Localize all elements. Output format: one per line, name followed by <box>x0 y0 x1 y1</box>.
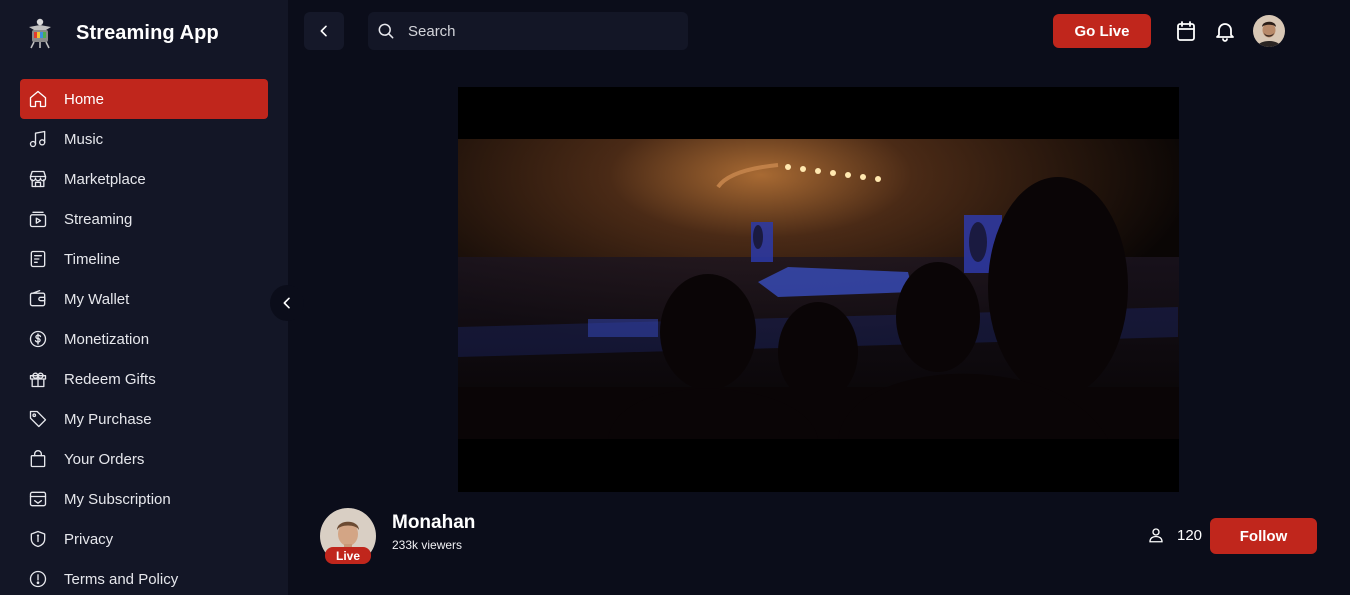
user-avatar[interactable] <box>1253 15 1285 47</box>
chevron-left-icon <box>283 297 290 309</box>
tag-icon <box>28 409 48 429</box>
sidebar-item-label: Timeline <box>64 250 121 268</box>
sidebar-item-label: Music <box>64 130 104 148</box>
streamer-avatar-wrap[interactable]: Live <box>320 508 376 566</box>
concert-video-frame <box>458 87 1179 492</box>
subscription-icon <box>28 489 48 509</box>
sidebar-item-my-purchase[interactable]: My Purchase <box>20 399 268 439</box>
streaming-icon <box>28 209 48 229</box>
streamer-name[interactable]: Monahan <box>392 512 475 534</box>
brand[interactable]: Streaming App <box>24 16 219 50</box>
sidebar-item-label: My Subscription <box>64 490 171 508</box>
sidebar-item-my-subscription[interactable]: My Subscription <box>20 479 268 519</box>
sidebar-nav: Home Music Marketplace Streaming Timelin… <box>20 79 268 595</box>
shield-icon <box>28 529 48 549</box>
video-player[interactable] <box>458 87 1179 492</box>
sidebar-item-label: My Wallet <box>64 290 130 308</box>
follow-button[interactable]: Follow <box>1210 518 1317 554</box>
store-icon <box>28 169 48 189</box>
sidebar-item-monetization[interactable]: Monetization <box>20 319 268 359</box>
viewer-count: 233k viewers <box>392 538 463 552</box>
sidebar-collapse-button[interactable] <box>270 285 304 321</box>
follower-count-value: 120 <box>1177 526 1203 544</box>
search-icon <box>378 23 394 39</box>
sidebar-item-label: Marketplace <box>64 170 146 188</box>
search-input[interactable] <box>408 22 668 40</box>
music-icon <box>28 129 48 149</box>
sidebar-item-label: Terms and Policy <box>64 570 179 588</box>
sidebar-item-label: Streaming <box>64 210 133 228</box>
sidebar-item-label: Redeem Gifts <box>64 370 156 388</box>
live-badge: Live <box>325 547 371 564</box>
calendar-icon <box>1177 21 1195 41</box>
sidebar-item-label: My Purchase <box>64 410 152 428</box>
sidebar-item-timeline[interactable]: Timeline <box>20 239 268 279</box>
user-icon <box>1149 528 1163 543</box>
follower-count: 120 <box>1147 526 1202 544</box>
sidebar-item-my-wallet[interactable]: My Wallet <box>20 279 268 319</box>
notifications-button[interactable] <box>1212 18 1238 44</box>
app-logo-icon <box>29 18 51 49</box>
sidebar-item-label: Your Orders <box>64 450 145 468</box>
chevron-left-icon <box>320 25 327 37</box>
calendar-button[interactable] <box>1173 18 1199 44</box>
sidebar-item-privacy[interactable]: Privacy <box>20 519 268 559</box>
avatar-image <box>1253 15 1285 47</box>
info-icon <box>28 569 48 589</box>
streamer-info: Live Monahan 233k viewers <box>320 508 475 566</box>
sidebar-item-streaming[interactable]: Streaming <box>20 199 268 239</box>
sidebar-item-label: Privacy <box>64 530 114 548</box>
app-name: Streaming App <box>76 21 219 44</box>
sidebar-item-music[interactable]: Music <box>20 119 268 159</box>
sidebar: Streaming App Home Music Marketplace Str… <box>0 0 288 595</box>
dollar-icon <box>28 329 48 349</box>
home-icon <box>28 89 48 109</box>
sidebar-item-terms-and-policy[interactable]: Terms and Policy <box>20 559 268 595</box>
streamer-details: Monahan 233k viewers <box>392 512 475 552</box>
sidebar-item-marketplace[interactable]: Marketplace <box>20 159 268 199</box>
sidebar-item-label: Monetization <box>64 330 150 348</box>
sidebar-item-label: Home <box>64 90 105 108</box>
bell-icon <box>1216 23 1234 42</box>
gift-icon <box>28 369 48 389</box>
bag-icon <box>28 449 48 469</box>
wallet-icon <box>28 289 48 309</box>
sidebar-item-your-orders[interactable]: Your Orders <box>20 439 268 479</box>
go-live-button[interactable]: Go Live <box>1053 14 1151 48</box>
timeline-icon <box>28 249 48 269</box>
sidebar-item-redeem-gifts[interactable]: Redeem Gifts <box>20 359 268 399</box>
search-bar <box>368 12 688 50</box>
sidebar-item-home[interactable]: Home <box>20 79 268 119</box>
back-button[interactable] <box>304 12 344 50</box>
